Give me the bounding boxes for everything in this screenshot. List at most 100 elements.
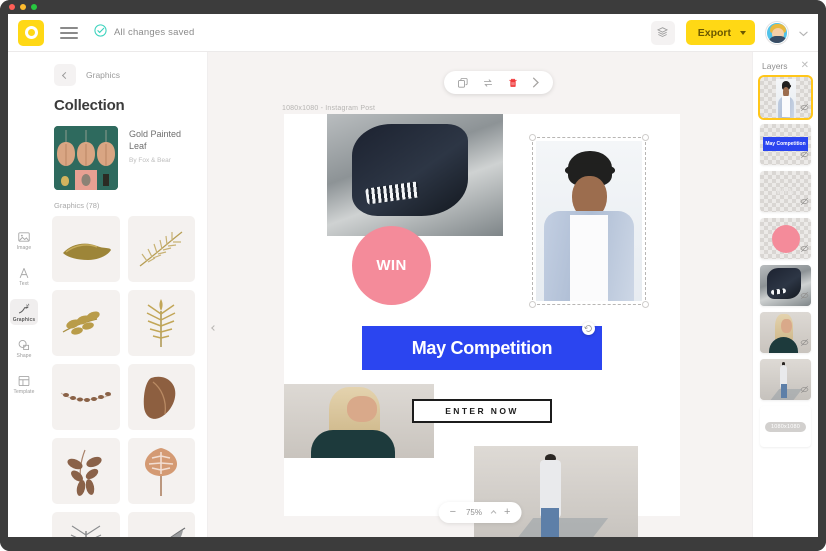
zoom-in-button[interactable]: + <box>504 507 510 518</box>
graphic-tile-copper-monstera-leaf[interactable] <box>127 438 195 504</box>
layer-pink-circle[interactable] <box>760 218 811 259</box>
user-menu-chevron-down-icon[interactable] <box>799 24 808 42</box>
export-button[interactable]: Export <box>685 20 755 45</box>
panel-header: Graphics <box>40 52 207 86</box>
logo-ring <box>24 26 38 39</box>
layer-win-badge[interactable]: WIN <box>760 171 811 212</box>
window-minimize-dot[interactable] <box>20 4 26 10</box>
enter-now-button[interactable]: ENTER NOW <box>412 399 552 423</box>
canvas-area[interactable]: 1080x1080 - Instagram Post WIN May Compe… <box>208 52 752 537</box>
tool-rail: Image Text Graphics Shape Template <box>8 52 40 537</box>
delete-icon[interactable] <box>507 77 519 89</box>
visibility-off-icon[interactable] <box>800 334 809 352</box>
rail-item-label: Shape <box>16 353 32 359</box>
visibility-off-icon[interactable] <box>800 287 809 305</box>
layer-portrait-man[interactable] <box>760 77 811 118</box>
collection-author: By Fox & Bear <box>129 157 171 165</box>
visibility-off-icon[interactable] <box>800 146 809 164</box>
visibility-off-icon[interactable] <box>800 193 809 211</box>
chevron-left-icon <box>210 325 217 331</box>
layer-blonde-woman-photo[interactable] <box>760 312 811 353</box>
rail-item-template[interactable]: Template <box>10 371 38 397</box>
window-close-dot[interactable] <box>9 4 15 10</box>
layer-sneaker-photo[interactable] <box>760 265 811 306</box>
visibility-off-icon[interactable] <box>800 240 809 258</box>
win-badge[interactable]: WIN <box>352 226 431 305</box>
image-icon <box>18 232 30 242</box>
export-label: Export <box>697 26 731 39</box>
swap-image-icon[interactable] <box>482 77 494 89</box>
resize-handle-bottom-left[interactable] <box>529 301 536 308</box>
window-titlebar <box>0 0 826 14</box>
background-size-badge: 1080x1080 <box>764 421 807 432</box>
graphics-grid <box>40 216 207 537</box>
stack-layers-icon[interactable] <box>650 20 675 45</box>
gold-oak-sprig-art <box>62 311 100 335</box>
rail-item-graphics[interactable]: Graphics <box>10 299 38 325</box>
graphic-tile-gray-feather-leaf[interactable] <box>127 512 195 537</box>
graphic-tile-brown-seed-strand[interactable] <box>52 364 120 430</box>
may-competition-banner[interactable]: May Competition <box>362 326 602 370</box>
brown-curled-leaf-art <box>144 376 176 419</box>
user-avatar[interactable] <box>766 21 788 44</box>
hamburger-menu-icon[interactable] <box>60 26 78 39</box>
graphic-tile-gold-oak-sprig[interactable] <box>52 290 120 356</box>
zoom-value: 75% <box>465 508 482 517</box>
collection-meta: Gold Painted Leaf By Fox & Bear <box>129 126 193 190</box>
panel-back-button[interactable] <box>54 64 76 86</box>
chevron-down-icon <box>740 30 746 35</box>
brown-seed-strand-art <box>60 392 111 402</box>
circle-logo-icon[interactable] <box>18 19 44 46</box>
breadcrumb: Graphics <box>86 70 121 80</box>
layer-background[interactable]: 1080x1080 <box>760 406 811 447</box>
rail-item-text[interactable]: Text <box>10 263 38 289</box>
graphic-tile-brown-branch-leaves[interactable] <box>52 438 120 504</box>
layers-title: Layers <box>762 61 788 71</box>
chevron-up-icon[interactable] <box>491 509 497 516</box>
layer-win-text: WIN <box>776 187 795 196</box>
layer-standing-man-photo[interactable] <box>760 359 811 400</box>
rail-item-image[interactable]: Image <box>10 227 38 253</box>
graphic-tile-gold-palm-frond[interactable] <box>127 216 195 282</box>
graphic-tile-gold-fern-leaf[interactable] <box>127 290 195 356</box>
blonde-top <box>311 429 395 458</box>
layers-panel: Layers ✕ May Competition WIN 1080x1080 <box>752 52 818 537</box>
graphic-tile-gray-pine-sprig[interactable] <box>52 512 120 537</box>
artboard[interactable]: WIN May Competition ENTER NOW <box>284 114 680 537</box>
zoom-out-button[interactable]: − <box>450 507 456 518</box>
selection-bounds <box>529 134 649 308</box>
rail-item-label: Image <box>16 245 32 251</box>
gold-palm-frond-art <box>139 231 183 267</box>
win-badge-label: WIN <box>376 257 407 274</box>
brown-branch-leaves-art <box>67 449 102 496</box>
sneaker-photo[interactable] <box>327 114 503 236</box>
element-float-toolbar <box>444 71 553 94</box>
graphic-tile-brown-curled-leaf[interactable] <box>127 364 195 430</box>
window-footer <box>0 537 826 551</box>
rail-item-shape[interactable]: Shape <box>10 335 38 361</box>
top-toolbar: All changes saved Export <box>8 14 818 52</box>
resize-handle-top-right[interactable] <box>642 134 649 141</box>
enter-now-label: ENTER NOW <box>445 406 519 416</box>
more-chevron-icon[interactable] <box>532 77 540 88</box>
collection-card[interactable]: Gold Painted Leaf By Fox & Bear <box>40 114 207 190</box>
banner-label: May Competition <box>411 337 553 358</box>
app-body: All changes saved Export Image Text Grap… <box>8 14 818 537</box>
window-maximize-dot[interactable] <box>31 4 37 10</box>
resize-handle-top-left[interactable] <box>529 134 536 141</box>
graphics-count-label: Graphics (78) <box>54 201 100 210</box>
text-icon <box>19 267 29 279</box>
panel-collapse-toggle[interactable] <box>208 311 219 345</box>
standing-man-photo[interactable] <box>474 446 638 537</box>
graphic-tile-gold-banana-leaf[interactable] <box>52 216 120 282</box>
close-icon[interactable]: ✕ <box>801 61 809 71</box>
pink-circle-shape <box>771 225 800 254</box>
duplicate-icon[interactable] <box>457 77 469 89</box>
visibility-off-icon[interactable] <box>800 381 809 399</box>
layer-may-competition-banner[interactable]: May Competition <box>760 124 811 165</box>
visibility-off-icon[interactable] <box>800 99 809 117</box>
chevron-left-icon <box>61 71 69 79</box>
graphics-panel: Graphics Collection Gold Painted Leaf By… <box>40 52 208 537</box>
rotate-handle-icon[interactable] <box>582 322 595 335</box>
resize-handle-bottom-right[interactable] <box>642 301 649 308</box>
